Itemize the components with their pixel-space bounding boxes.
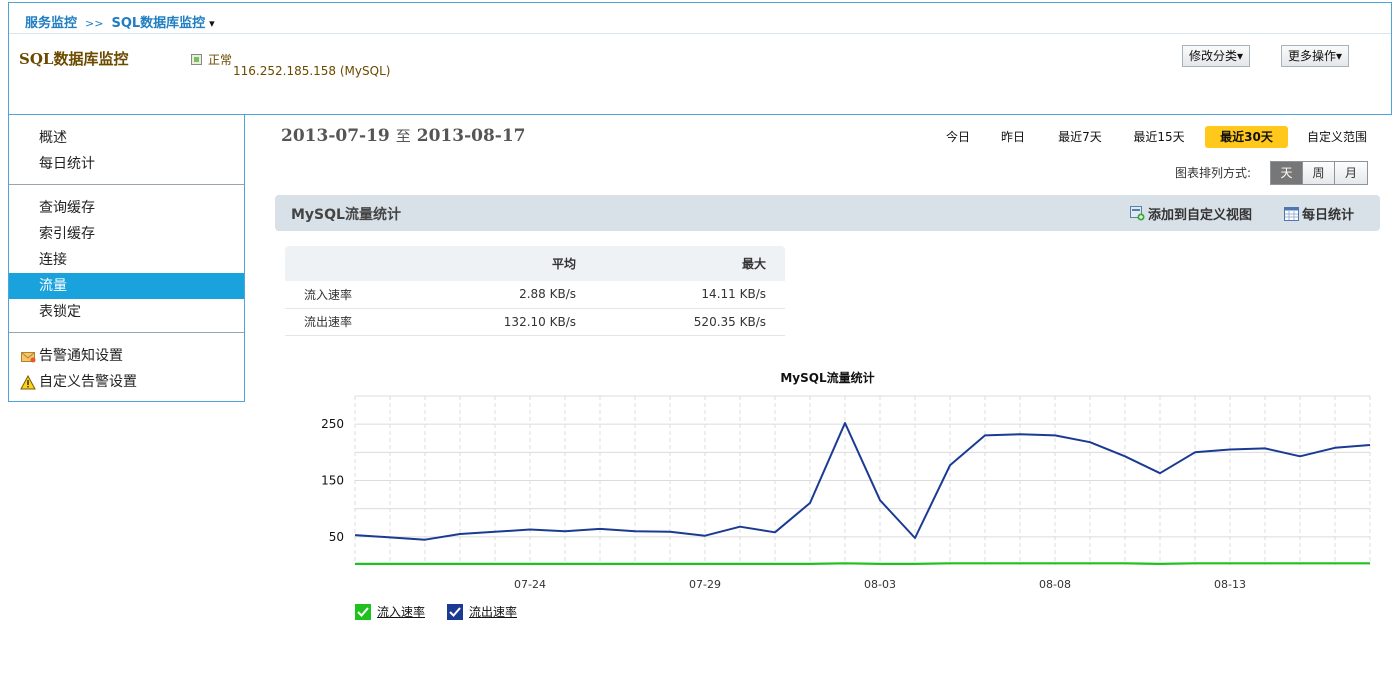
row-avg: 132.10 KB/s	[455, 308, 595, 336]
x-tick-label: 08-13	[1214, 578, 1246, 591]
x-tick-label: 07-24	[514, 578, 546, 591]
row-label: 流出速率	[285, 308, 455, 336]
sidebar-item-overview[interactable]: 概述	[9, 125, 244, 151]
breadcrumb-sql-monitor[interactable]: SQL数据库监控	[111, 16, 205, 31]
legend-item-outbound[interactable]: 流出速率	[447, 603, 517, 620]
order-month-button[interactable]: 月	[1335, 162, 1367, 184]
sidebar-item-alert-notify[interactable]: 告警通知设置	[9, 343, 244, 369]
traffic-line-chart: 50 150 250 07-24 07-29 08-03 08-08 08-13	[321, 395, 1371, 591]
sidebar: 概述 每日统计 查询缓存 索引缓存 连接 流量 表锁定 告警通知设置 自定义告警…	[8, 115, 245, 402]
table-header-empty	[285, 246, 455, 281]
daily-stats-label: 每日统计	[1302, 208, 1355, 223]
date-end: 2013-08-17	[416, 126, 526, 146]
series-line-outbound	[354, 422, 1371, 541]
page-header: 服务监控 >> SQL数据库监控 ▾ SQL数据库监控 正常 116.252.185.…	[8, 2, 1392, 115]
add-view-icon	[1130, 206, 1145, 221]
page-title: SQL数据库监控	[19, 50, 129, 68]
header-divider	[9, 33, 1391, 34]
sidebar-group-metrics: 查询缓存 索引缓存 连接 流量 表锁定	[9, 185, 244, 333]
x-tick-label: 07-29	[689, 578, 721, 591]
more-actions-button[interactable]: 更多操作▾	[1281, 45, 1350, 67]
order-week-button[interactable]: 周	[1303, 162, 1335, 184]
breadcrumb: 服务监控 >> SQL数据库监控 ▾	[25, 12, 215, 31]
table-header-max: 最大	[595, 246, 785, 281]
row-label: 流入速率	[285, 281, 455, 309]
chart-legend: 流入速率 流出速率	[355, 603, 539, 620]
range-custom-button[interactable]: 自定义范围	[1302, 126, 1372, 148]
sidebar-item-custom-alert[interactable]: 自定义告警设置	[9, 369, 244, 395]
x-tick-label: 08-03	[864, 578, 896, 591]
stats-table: 平均 最大 流入速率 2.88 KB/s 14.11 KB/s 流出速率 132…	[285, 246, 785, 336]
sidebar-item-traffic[interactable]: 流量	[9, 273, 244, 299]
date-range: 2013-07-19 至 2013-08-17	[281, 125, 526, 146]
chart-title: MySQL流量统计	[780, 371, 875, 385]
add-view-label: 添加到自定义视图	[1148, 208, 1253, 223]
sidebar-item-label: 告警通知设置	[39, 348, 123, 364]
status-ok-icon	[191, 54, 202, 65]
range-15days-button[interactable]: 最近15天	[1127, 126, 1191, 148]
host-address: 116.252.185.158 (MySQL)	[233, 64, 391, 78]
range-today-button[interactable]: 今日	[938, 126, 978, 148]
sidebar-group-overview: 概述 每日统计	[9, 115, 244, 185]
series-line-inbound	[355, 562, 1370, 565]
y-tick-label: 150	[321, 474, 344, 488]
breadcrumb-separator: >>	[85, 17, 104, 30]
table-header-row: 平均 最大	[285, 246, 785, 281]
checkbox-checked-icon[interactable]	[447, 603, 464, 620]
mail-alert-icon	[19, 347, 37, 365]
sidebar-item-connections[interactable]: 连接	[9, 247, 244, 273]
sidebar-item-label: 自定义告警设置	[39, 374, 137, 390]
row-max: 520.35 KB/s	[595, 308, 785, 336]
range-7days-button[interactable]: 最近7天	[1052, 126, 1108, 148]
range-30days-button[interactable]: 最近30天	[1205, 126, 1288, 148]
table-row: 流入速率 2.88 KB/s 14.11 KB/s	[285, 281, 785, 309]
row-max: 14.11 KB/s	[595, 281, 785, 309]
sidebar-item-daily-stats[interactable]: 每日统计	[9, 151, 244, 177]
sidebar-item-table-locks[interactable]: 表锁定	[9, 299, 244, 325]
chart-order-label: 图表排列方式:	[1175, 166, 1252, 180]
breadcrumb-service-monitor[interactable]: 服务监控	[25, 16, 77, 31]
legend-label: 流入速率	[377, 605, 426, 619]
y-tick-label: 250	[321, 417, 344, 431]
daily-stats-button[interactable]: 每日统计	[1284, 204, 1354, 223]
checkbox-checked-icon[interactable]	[355, 603, 371, 620]
sidebar-group-alerts: 告警通知设置 自定义告警设置	[9, 333, 244, 402]
sidebar-item-query-cache[interactable]: 查询缓存	[9, 195, 244, 221]
status-text: 正常	[208, 53, 233, 67]
calendar-icon	[1284, 206, 1299, 221]
modify-category-button[interactable]: 修改分类▾	[1182, 45, 1251, 67]
order-day-button[interactable]: 天	[1271, 162, 1303, 184]
panel-title: MySQL流量统计	[291, 207, 401, 223]
sidebar-item-index-cache[interactable]: 索引缓存	[9, 221, 244, 247]
table-row: 流出速率 132.10 KB/s 520.35 KB/s	[285, 308, 785, 336]
range-yesterday-button[interactable]: 昨日	[993, 126, 1033, 148]
legend-label: 流出速率	[469, 605, 518, 619]
legend-item-inbound[interactable]: 流入速率	[355, 603, 425, 620]
status-badge: 正常	[191, 51, 232, 68]
panel-header: MySQL流量统计 添加到自定义视图 每日统计	[275, 195, 1380, 231]
date-start: 2013-07-19	[281, 126, 390, 146]
add-to-custom-view-button[interactable]: 添加到自定义视图	[1130, 204, 1252, 223]
warning-icon	[19, 373, 37, 391]
chevron-down-icon[interactable]: ▾	[209, 17, 215, 30]
date-to: 至	[395, 127, 411, 145]
table-header-avg: 平均	[455, 246, 595, 281]
x-tick-label: 08-08	[1039, 578, 1071, 591]
row-avg: 2.88 KB/s	[455, 281, 595, 309]
y-tick-label: 50	[329, 530, 344, 544]
chart-order-toggle: 天 周 月	[1270, 161, 1368, 185]
